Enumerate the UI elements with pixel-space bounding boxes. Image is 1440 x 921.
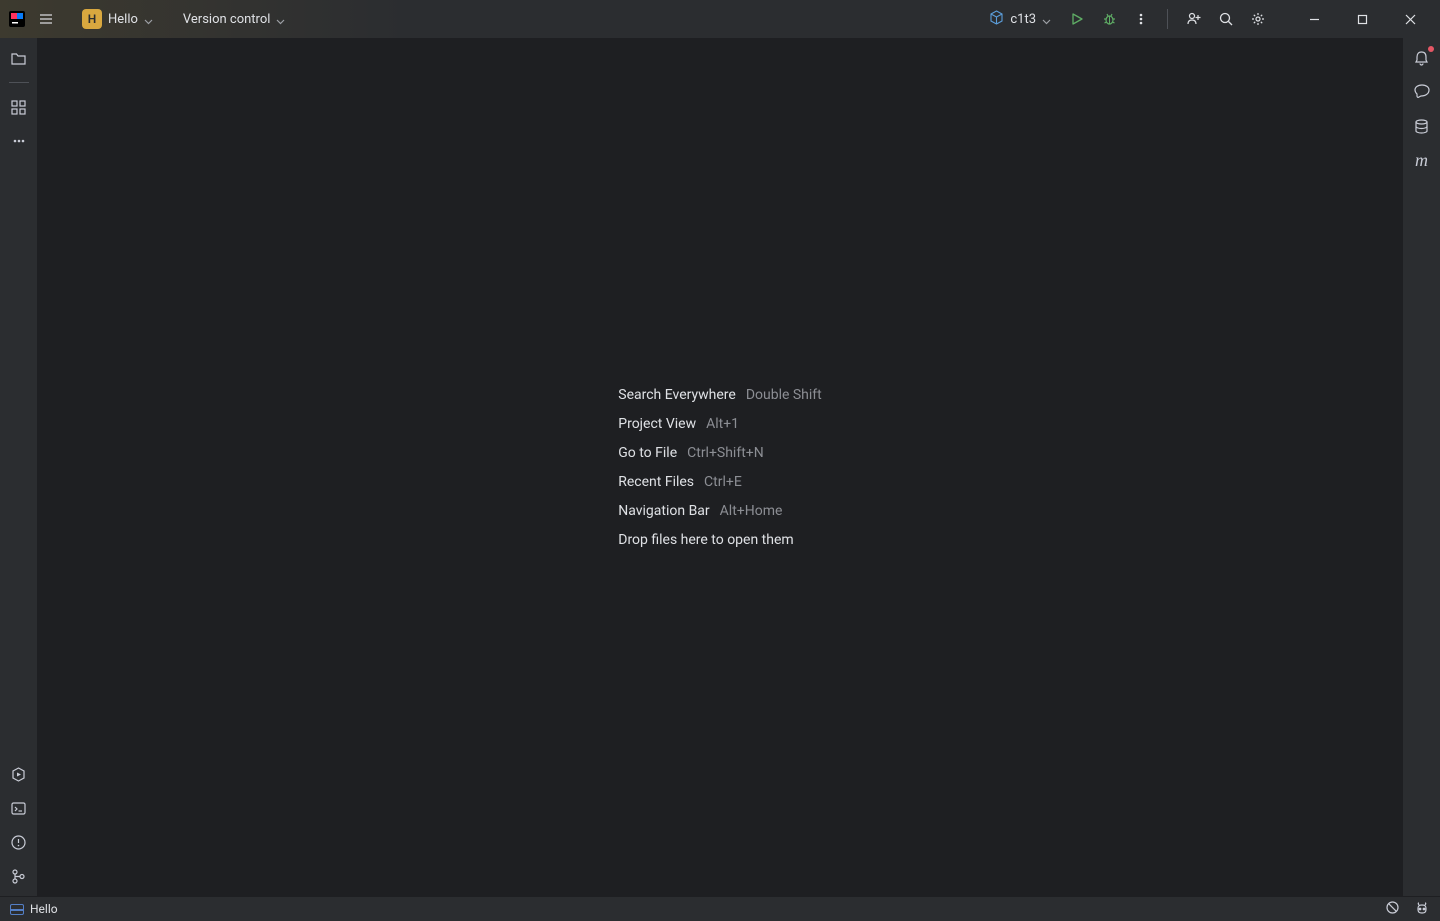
chevron-down-icon [1042,10,1051,29]
main-area: Search Everywhere Double Shift Project V… [0,38,1440,896]
project-name: Hello [108,12,138,27]
hint-panel: Search Everywhere Double Shift Project V… [618,387,822,548]
hint-go-to-file: Go to File Ctrl+Shift+N [618,445,822,461]
problems-tool-button[interactable] [5,828,33,856]
version-control-label: Version control [183,12,271,27]
database-tool-button[interactable] [1408,112,1436,140]
titlebar-left: H Hello Version control [8,5,293,33]
services-tool-button[interactable] [5,760,33,788]
copilot-status-icon[interactable] [1414,900,1430,919]
titlebar-divider [1167,9,1168,29]
notifications-tool-button[interactable] [1408,44,1436,72]
project-letter-badge: H [82,9,102,29]
maven-tool-button[interactable]: m [1408,146,1436,174]
hint-shortcut: Alt+1 [706,416,739,432]
statusbar: Hello [0,896,1440,921]
gutter-divider [9,82,29,83]
statusbar-left: Hello [10,902,58,916]
tool-window-quick-access-icon[interactable] [10,904,24,915]
more-tools-button[interactable] [5,127,33,155]
left-tool-stripe [0,38,38,896]
chevron-down-icon [276,10,285,29]
hint-project-view: Project View Alt+1 [618,416,822,432]
editor-empty-state[interactable]: Search Everywhere Double Shift Project V… [38,38,1402,896]
code-with-me-button[interactable] [1180,5,1208,33]
ai-assistant-tool-button[interactable] [1408,78,1436,106]
hint-label[interactable]: Recent Files [618,474,694,490]
titlebar-right: c1t3 [981,5,1432,33]
project-selector[interactable]: H Hello [74,5,161,33]
left-stripe-bottom [5,760,33,890]
chevron-down-icon [144,10,153,29]
main-menu-button[interactable] [32,5,60,33]
run-configuration-selector[interactable]: c1t3 [981,6,1059,33]
hint-label[interactable]: Go to File [618,445,677,461]
status-project[interactable]: Hello [30,902,58,916]
hint-recent-files: Recent Files Ctrl+E [618,474,822,490]
more-actions-button[interactable] [1127,5,1155,33]
maven-icon: m [1415,150,1428,171]
statusbar-right [1385,900,1430,919]
terminal-tool-button[interactable] [5,794,33,822]
titlebar: H Hello Version control c1t3 [0,0,1440,38]
debug-button[interactable] [1095,5,1123,33]
maximize-window-button[interactable] [1340,5,1384,33]
minimize-window-button[interactable] [1292,5,1336,33]
indexing-paused-icon[interactable] [1385,900,1400,918]
close-window-button[interactable] [1388,5,1432,33]
left-stripe-top [5,44,33,155]
hint-shortcut: Ctrl+E [704,474,742,490]
hint-search-everywhere: Search Everywhere Double Shift [618,387,822,403]
run-config-name: c1t3 [1010,12,1036,27]
version-control-widget[interactable]: Version control [175,6,294,33]
git-tool-button[interactable] [5,862,33,890]
structure-tool-button[interactable] [5,93,33,121]
run-button[interactable] [1063,5,1091,33]
cube-icon [989,10,1004,29]
hint-shortcut: Ctrl+Shift+N [687,445,764,461]
hint-navigation-bar: Navigation Bar Alt+Home [618,503,822,519]
intellij-logo-icon[interactable] [8,10,26,28]
hint-shortcut: Alt+Home [720,503,783,519]
search-everywhere-button[interactable] [1212,5,1240,33]
hint-shortcut: Double Shift [746,387,822,403]
hint-drop-files: Drop files here to open them [618,532,822,548]
settings-button[interactable] [1244,5,1272,33]
project-tool-button[interactable] [5,44,33,72]
hint-label[interactable]: Project View [618,416,696,432]
right-tool-stripe: m [1402,38,1440,896]
hint-label[interactable]: Navigation Bar [618,503,709,519]
hint-label[interactable]: Search Everywhere [618,387,736,403]
